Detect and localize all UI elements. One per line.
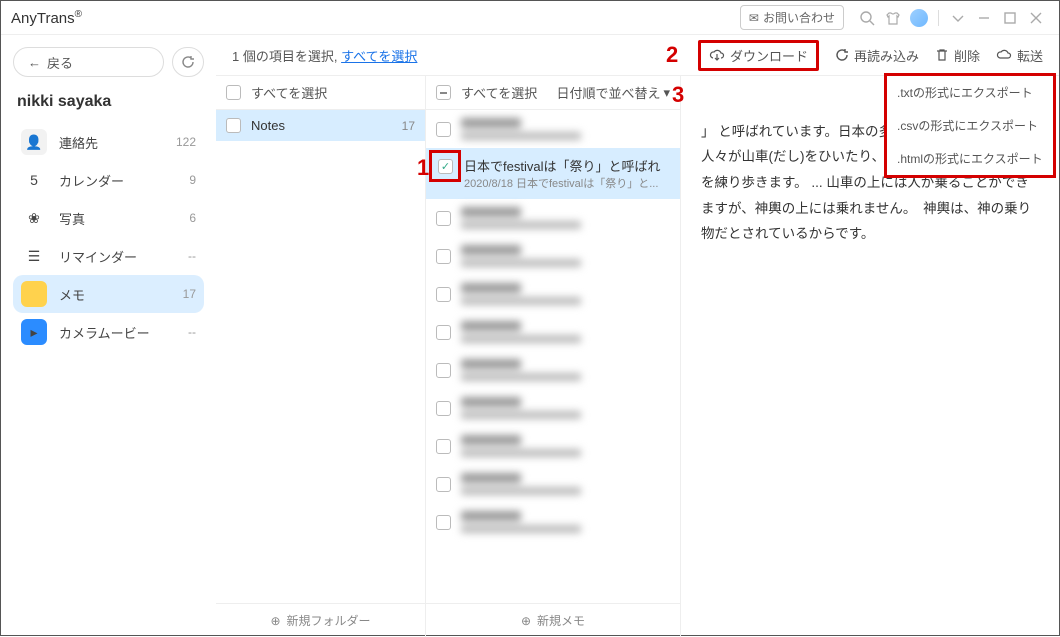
refresh-icon	[181, 55, 195, 69]
export-txt[interactable]: .txtの形式にエクスポート	[887, 76, 1053, 109]
note-checkbox[interactable]	[436, 477, 451, 492]
note-checkbox[interactable]	[436, 287, 451, 302]
annotation-3: 3	[672, 82, 684, 108]
arrow-left-icon: ←	[28, 55, 41, 70]
list-item[interactable]	[426, 237, 680, 275]
trash-icon	[935, 48, 949, 62]
list-item[interactable]	[426, 199, 680, 237]
plus-icon: ⊕	[521, 614, 531, 628]
notes-select-all-checkbox[interactable]	[436, 85, 451, 100]
reload-icon	[835, 48, 849, 62]
list-item[interactable]	[426, 275, 680, 313]
app-title: AnyTrans®	[11, 9, 82, 27]
note-checkbox[interactable]	[436, 325, 451, 340]
note-checkbox[interactable]	[436, 439, 451, 454]
chevron-down-icon[interactable]	[948, 8, 968, 28]
search-icon[interactable]	[857, 8, 877, 28]
account-name: nikki sayaka	[17, 93, 204, 111]
plus-icon: ⊕	[270, 614, 280, 628]
list-item[interactable]	[426, 351, 680, 389]
new-folder-button[interactable]: ⊕ 新規フォルダー	[216, 603, 425, 637]
sidebar-item-1[interactable]: 5カレンダー9	[13, 161, 204, 199]
note-checkbox[interactable]	[436, 122, 451, 137]
download-button[interactable]: ダウンロード	[698, 40, 819, 71]
minimize-icon[interactable]	[974, 8, 994, 28]
folder-checkbox[interactable]	[226, 118, 241, 133]
note-checkbox[interactable]	[436, 363, 451, 378]
list-item[interactable]	[426, 389, 680, 427]
back-button[interactable]: ← 戻る	[13, 47, 164, 77]
contact-button[interactable]: ✉ お問い合わせ	[740, 5, 844, 30]
folder-head-label: すべてを選択	[251, 83, 327, 102]
sidebar-icon: ☰	[21, 243, 47, 269]
sidebar-icon	[21, 281, 47, 307]
reload-button[interactable]: 再読み込み	[835, 46, 919, 65]
mail-icon: ✉	[749, 11, 759, 25]
new-note-button[interactable]: ⊕ 新規メモ	[426, 603, 680, 637]
export-csv[interactable]: .csvの形式にエクスポート	[887, 109, 1053, 142]
sidebar-icon: 👤	[21, 129, 47, 155]
export-menu: .txtの形式にエクスポート .csvの形式にエクスポート .htmlの形式にエ…	[884, 73, 1056, 178]
list-item[interactable]	[426, 503, 680, 541]
note-checkbox[interactable]	[436, 515, 451, 530]
folder-select-all-checkbox[interactable]	[226, 85, 241, 100]
notes-head-label: すべてを選択	[461, 83, 537, 102]
chevron-down-icon: ▾	[663, 85, 670, 101]
folder-row-notes[interactable]: Notes 17	[216, 110, 425, 141]
close-icon[interactable]	[1026, 8, 1046, 28]
transfer-button[interactable]: 転送	[996, 46, 1043, 65]
note-checkbox[interactable]	[436, 211, 451, 226]
note-checkbox[interactable]	[436, 401, 451, 416]
sidebar-icon: 5	[21, 167, 47, 193]
delete-button[interactable]: 削除	[935, 46, 980, 65]
selection-status: 1 個の項目を選択, すべてを選択	[232, 46, 417, 65]
user-avatar[interactable]	[909, 8, 929, 28]
refresh-button[interactable]	[172, 47, 204, 77]
note-checkbox-selected[interactable]	[438, 159, 453, 174]
export-html[interactable]: .htmlの形式にエクスポート	[887, 142, 1053, 175]
list-item-selected[interactable]: 日本でfestivalは「祭り」と呼ばれ2020/8/18 日本でfestiva…	[426, 148, 680, 199]
sidebar-item-0[interactable]: 👤連絡先122	[13, 123, 204, 161]
sidebar-item-2[interactable]: ❀写真6	[13, 199, 204, 237]
shirt-icon[interactable]	[883, 8, 903, 28]
sidebar-icon: ▸	[21, 319, 47, 345]
sidebar-icon: ❀	[21, 205, 47, 231]
note-checkbox[interactable]	[436, 249, 451, 264]
cloud-download-icon	[709, 47, 725, 63]
list-item[interactable]	[426, 313, 680, 351]
sidebar-item-3[interactable]: ☰リマインダー--	[13, 237, 204, 275]
cloud-transfer-icon	[996, 48, 1012, 62]
list-item[interactable]	[426, 427, 680, 465]
annotation-2: 2	[666, 42, 678, 68]
select-all-link[interactable]: すべてを選択	[341, 49, 417, 64]
annotation-1: 1	[417, 155, 429, 181]
sort-button[interactable]: 日付順で並べ替え ▾	[556, 83, 670, 102]
maximize-icon[interactable]	[1000, 8, 1020, 28]
list-item[interactable]	[426, 465, 680, 503]
sidebar-item-5[interactable]: ▸カメラムービー--	[13, 313, 204, 351]
sidebar-item-4[interactable]: メモ17	[13, 275, 204, 313]
list-item[interactable]	[426, 110, 680, 148]
